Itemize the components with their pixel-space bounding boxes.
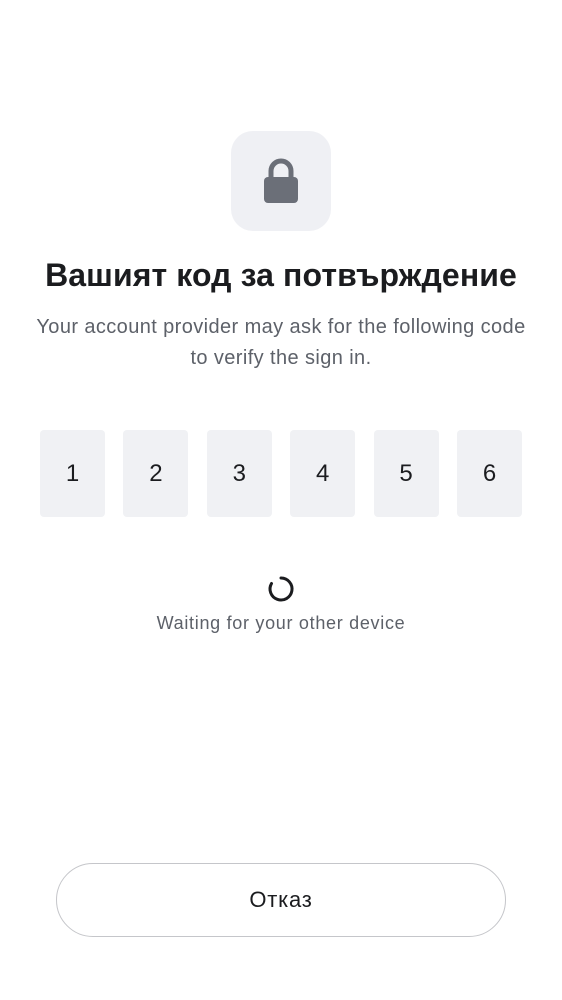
cancel-button[interactable]: Отказ bbox=[56, 863, 506, 937]
verification-code-screen: Вашият код за потвърждение Your account … bbox=[0, 0, 562, 1000]
code-digit-2: 2 bbox=[123, 430, 189, 517]
code-digit-1: 1 bbox=[40, 430, 105, 517]
lock-icon bbox=[263, 158, 299, 204]
code-digit-3: 3 bbox=[206, 430, 272, 517]
code-digit-4: 4 bbox=[290, 430, 356, 517]
code-digit-5: 5 bbox=[373, 430, 439, 517]
waiting-status-text: Waiting for your other device bbox=[156, 613, 406, 633]
verification-code: 1 2 3 4 5 6 bbox=[40, 430, 522, 517]
page-title: Вашият код за потвърждение bbox=[45, 257, 517, 293]
code-digit-6: 6 bbox=[457, 430, 522, 517]
lock-icon-tile bbox=[231, 131, 331, 231]
page-subtitle: Your account provider may ask for the fo… bbox=[36, 316, 526, 369]
loading-spinner-icon bbox=[267, 575, 295, 603]
